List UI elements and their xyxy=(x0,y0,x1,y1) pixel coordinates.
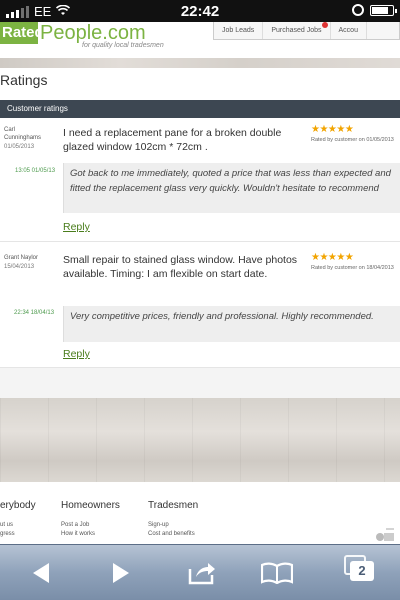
footer-link[interactable]: ut us xyxy=(0,521,36,530)
reviewer-info: Grant Naylor 15/04/2013 xyxy=(4,254,38,271)
reviewer-info: Carl Cunninghams 01/05/2013 xyxy=(4,126,41,151)
nav-purchased-jobs-label: Purchased Jobs xyxy=(271,27,322,34)
notification-badge xyxy=(321,22,328,28)
rated-by: Rated by customer on 18/04/2013 xyxy=(311,265,394,271)
back-button[interactable] xyxy=(24,559,58,587)
star-rating-icon: ★★★★★ xyxy=(311,124,354,135)
rated-by: Rated by customer on 01/05/2013 xyxy=(311,137,394,143)
status-bar: EE 22:42 xyxy=(0,0,400,22)
footer-heading: Tradesmen xyxy=(148,500,199,511)
nav-purchased-jobs[interactable]: Purchased Jobs xyxy=(263,22,331,39)
browser-toolbar: 2 xyxy=(0,544,400,600)
reviewer-name: Carl xyxy=(4,127,16,133)
logo[interactable]: Rated xyxy=(0,22,44,44)
footer-link[interactable]: How it works xyxy=(61,530,120,539)
header-wood-strip xyxy=(0,58,400,68)
footer-link[interactable]: Cost and benefits xyxy=(148,530,198,539)
footer-link[interactable]: gress xyxy=(0,530,36,539)
reply-link[interactable]: Reply xyxy=(63,348,90,360)
review-comment: Got back to me immediately, quoted a pri… xyxy=(63,163,400,213)
footer-link[interactable]: Post a Job xyxy=(61,521,120,530)
star-rating-icon: ★★★★★ xyxy=(311,252,354,263)
content-bottom-spacer xyxy=(0,368,400,398)
rotation-lock-icon xyxy=(352,4,364,16)
job-description: Small repair to stained glass window. Ha… xyxy=(63,254,298,280)
bookmarks-button[interactable] xyxy=(260,559,294,587)
footer-heading: erybody xyxy=(0,500,36,511)
review-date: 01/05/2013 xyxy=(4,144,35,150)
review-comment: Very competitive prices, friendly and pr… xyxy=(63,306,400,342)
logo-text[interactable]: People.com xyxy=(40,22,146,44)
review-card: Carl Cunninghams 01/05/2013 I need a rep… xyxy=(0,118,400,242)
footer-link[interactable]: Sign-up xyxy=(148,521,198,530)
review-date: 15/04/2013 xyxy=(4,264,35,270)
comment-timestamp: 13:05 01/05/13 xyxy=(15,168,56,174)
reviewer-name: Grant Naylor xyxy=(4,255,39,261)
share-button[interactable] xyxy=(184,559,218,587)
forward-button[interactable] xyxy=(104,559,138,587)
site-footer: erybody ut us gress Homeowners Post a Jo… xyxy=(0,482,400,544)
nav-job-leads[interactable]: Job Leads xyxy=(214,22,264,39)
footer-heading: Homeowners xyxy=(61,500,120,511)
back-arrow-icon xyxy=(33,563,49,583)
site-header: Rated People.com for quality local trade… xyxy=(0,22,400,68)
nav-account[interactable]: Accou xyxy=(331,22,367,39)
forward-arrow-icon xyxy=(113,563,129,583)
wood-background xyxy=(0,398,400,482)
page-title: Ratings xyxy=(0,72,48,88)
battery-icon xyxy=(370,4,397,16)
header-nav: Job Leads Purchased Jobs Accou xyxy=(213,22,400,40)
reply-link[interactable]: Reply xyxy=(63,221,90,233)
tabs-button[interactable]: 2 xyxy=(344,555,376,583)
share-icon xyxy=(188,563,215,585)
footer-column-homeowners: Homeowners Post a Job How it works xyxy=(61,500,120,539)
footer-logo-icon xyxy=(374,527,396,543)
footer-column-everybody: erybody ut us gress xyxy=(0,500,36,539)
tagline: for quality local tradesmen xyxy=(82,42,164,49)
clock: 22:42 xyxy=(180,3,220,20)
section-header: Customer ratings xyxy=(0,100,400,118)
footer-column-tradesmen: Tradesmen Sign-up Cost and benefits xyxy=(148,500,198,539)
tabs-count: 2 xyxy=(350,561,374,581)
job-description: I need a replacement pane for a broken d… xyxy=(63,127,282,153)
reviewer-name-line2: Cunninghams xyxy=(4,135,42,141)
comment-timestamp: 22:34 18/04/13 xyxy=(14,310,55,316)
book-icon xyxy=(261,562,293,584)
review-card: Grant Naylor 15/04/2013 Small repair to … xyxy=(0,248,400,368)
